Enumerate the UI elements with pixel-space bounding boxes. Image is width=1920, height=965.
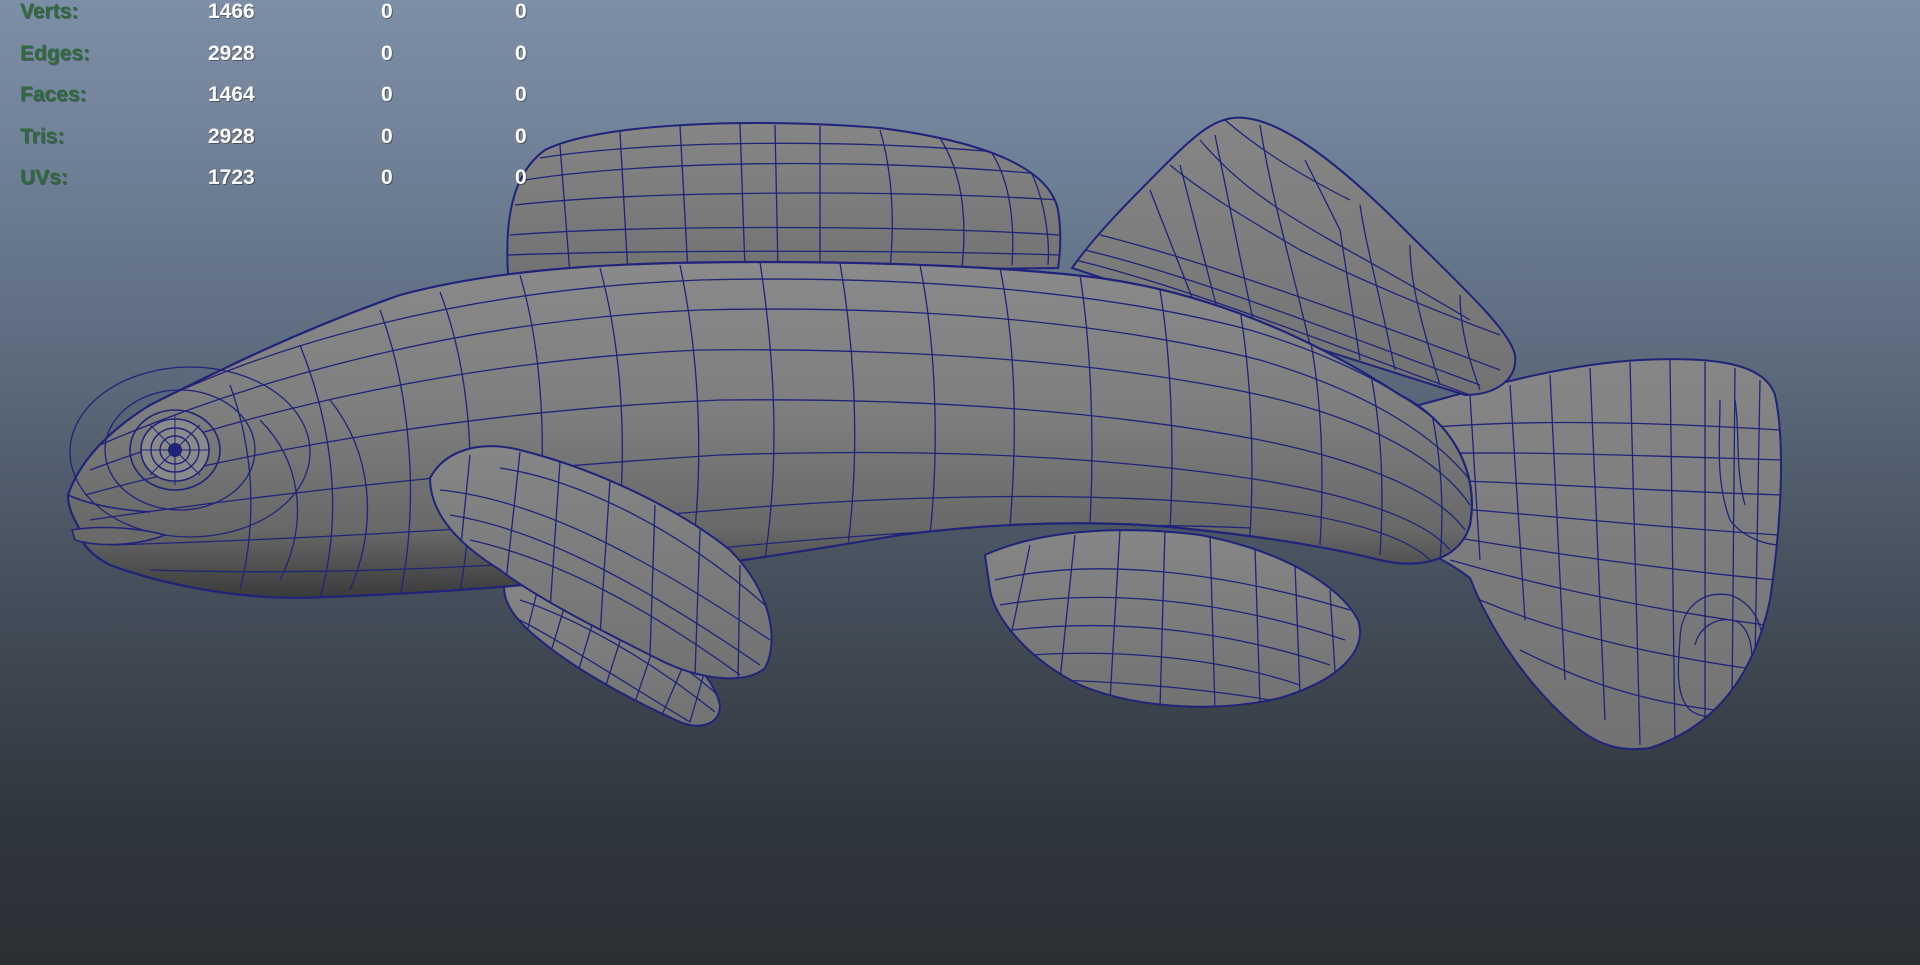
- hud-value: 2928: [208, 124, 255, 148]
- poly-count-hud: Verts: 1466 0 0 Edges: 2928 0 0 Faces: 1…: [20, 0, 580, 208]
- hud-label: UVs:: [20, 166, 68, 189]
- hud-row-tris: Tris: 2928 0 0: [20, 125, 580, 167]
- hud-value: 1464: [208, 83, 255, 106]
- hud-value: 0: [515, 124, 527, 148]
- hud-value: 1723: [208, 166, 255, 189]
- hud-value: 2928: [208, 41, 255, 65]
- hud-label: Verts:: [20, 0, 79, 23]
- hud-value: 0: [515, 166, 527, 189]
- hud-value: 0: [515, 83, 527, 106]
- hud-value: 0: [381, 41, 393, 65]
- hud-value: 0: [515, 0, 527, 23]
- hud-value: 0: [381, 0, 393, 23]
- hud-row-verts: Verts: 1466 0 0: [20, 0, 580, 42]
- maya-viewport[interactable]: Verts: 1466 0 0 Edges: 2928 0 0 Faces: 1…: [0, 0, 1920, 965]
- hud-row-edges: Edges: 2928 0 0: [20, 42, 580, 84]
- hud-label: Tris:: [20, 124, 65, 148]
- hud-value: 0: [381, 124, 393, 148]
- hud-value: 1466: [208, 0, 255, 23]
- hud-value: 0: [381, 83, 393, 106]
- hud-value: 0: [515, 41, 527, 65]
- hud-value: 0: [381, 166, 393, 189]
- dorsal-fin-front: [506, 122, 1062, 277]
- anal-fin: [983, 529, 1361, 708]
- hud-row-faces: Faces: 1464 0 0: [20, 83, 580, 125]
- hud-label: Faces:: [20, 83, 87, 106]
- hud-row-uvs: UVs: 1723 0 0: [20, 166, 580, 208]
- hud-label: Edges:: [20, 41, 91, 65]
